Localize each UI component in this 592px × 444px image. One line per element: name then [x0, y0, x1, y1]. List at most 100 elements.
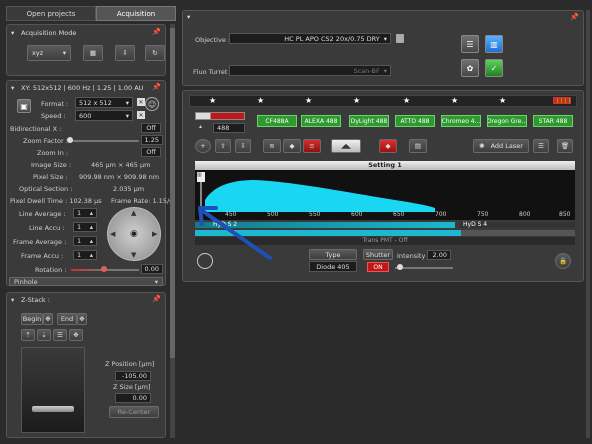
format-select[interactable]: 512 x 512 ▾ — [75, 97, 133, 108]
arrow-down-icon[interactable]: ▼ — [131, 251, 136, 259]
fluor-button[interactable]: Oregon Gre... — [487, 115, 527, 127]
objective-select[interactable]: HC PL APO CS2 20x/0.75 DRY ▾ — [229, 33, 391, 44]
left-scrollbar[interactable] — [170, 24, 175, 438]
detector-band-2[interactable]: HyD S 4 — [459, 221, 575, 228]
type-value[interactable]: Diode 405 — [309, 261, 357, 272]
z-position-input[interactable]: -105.00 — [115, 371, 151, 381]
fluor-button[interactable]: DyLight 488 — [349, 115, 389, 127]
z-slider-thumb[interactable] — [32, 406, 74, 412]
upload-icon[interactable]: ⇧ — [215, 139, 231, 153]
arrow-left-icon[interactable]: ◀ — [110, 230, 115, 238]
smiley-icon[interactable]: ☺ — [145, 97, 159, 111]
zoom-factor-knob[interactable] — [67, 137, 73, 143]
begin-button[interactable]: Begin — [21, 313, 43, 325]
settings-icon[interactable]: ✥ — [69, 329, 83, 341]
move-down-icon[interactable]: ⇣ — [37, 329, 51, 341]
collapse-arrow-icon[interactable]: ▾ — [11, 29, 14, 37]
lock-icon[interactable]: 🔒 — [555, 253, 571, 269]
zoom-in-toggle[interactable]: Off — [141, 147, 161, 157]
add-laser-button[interactable]: ✺ Add Laser — [473, 139, 529, 153]
fluor-button[interactable]: ALEXA 488 — [301, 115, 341, 127]
trash-icon[interactable]: 🗑 — [557, 139, 573, 153]
tab-open-projects[interactable]: Open projects — [6, 6, 96, 21]
frame-average-input[interactable]: 1 ▴ — [73, 236, 97, 246]
wavelength-up-icon[interactable]: ▴ — [199, 123, 202, 130]
beam-path-circle-icon[interactable] — [197, 253, 213, 269]
download-icon[interactable]: ⇩ — [235, 139, 251, 153]
fluor-button[interactable]: CF488A — [257, 115, 297, 127]
format-help-icon[interactable]: ✕ — [137, 98, 145, 106]
move-up-icon[interactable]: ⇡ — [21, 329, 35, 341]
stripes-icon[interactable]: ≡ — [303, 139, 321, 153]
pinhole-chevron-icon[interactable]: ▾ — [155, 278, 158, 286]
recenter-button[interactable]: Re-Center — [109, 406, 159, 418]
download-icon[interactable]: ⇩ — [115, 45, 135, 61]
dye-icon[interactable]: ◆ — [379, 139, 397, 153]
stack-icon[interactable]: ☰ — [53, 329, 67, 341]
bidirectional-toggle[interactable]: Off — [141, 123, 161, 133]
pin-icon[interactable]: 📌 — [152, 83, 161, 91]
save-icon[interactable]: ▣ — [17, 99, 31, 113]
star-icon[interactable]: ★ — [209, 96, 216, 105]
dye-database-icon[interactable]: ▤ — [409, 139, 427, 153]
pin-icon[interactable]: 📌 — [570, 13, 579, 21]
end-set-icon[interactable]: ✥ — [77, 313, 87, 325]
acquisition-mode-select[interactable]: xyz ▾ — [27, 45, 71, 61]
arrow-up-icon[interactable]: ▲ — [131, 209, 136, 217]
star-icon[interactable]: ★ — [451, 96, 458, 105]
shutter-toggle[interactable]: ON — [367, 262, 389, 272]
tab-acquisition[interactable]: Acquisition — [96, 6, 176, 21]
star-icon[interactable]: ★ — [353, 96, 360, 105]
star-icon[interactable]: ★ — [499, 96, 506, 105]
rotation-knob[interactable] — [101, 266, 107, 272]
speed-select[interactable]: 600 ▾ — [75, 110, 133, 121]
speed-help-icon[interactable]: ✕ — [137, 111, 145, 119]
shield-icon[interactable]: ✓ — [485, 59, 503, 77]
laser-line-marker-icon[interactable]: ▥ — [197, 172, 205, 182]
view-toggle-icon[interactable]: ◆ — [283, 139, 301, 153]
z-size-input[interactable]: 0.00 — [115, 393, 151, 403]
collapse-arrow-icon[interactable]: ▾ — [11, 296, 14, 304]
refresh-icon[interactable]: ↻ — [145, 45, 165, 61]
laser-line-slider[interactable] — [195, 112, 245, 120]
immersion-icon[interactable]: ▥ — [485, 35, 503, 53]
z-slider-area[interactable] — [21, 347, 85, 433]
frame-accu-input[interactable]: 1 ▴ — [73, 250, 97, 260]
laser-wavelength-input[interactable]: 488 — [213, 123, 245, 133]
add-icon[interactable]: + — [195, 139, 211, 153]
intensity-knob[interactable] — [397, 264, 403, 270]
pin-icon[interactable]: 📌 — [152, 28, 161, 36]
intensity-input[interactable]: 2.00 — [427, 250, 451, 260]
fluor-button[interactable]: STAR 488 — [533, 115, 573, 127]
objective-list-icon[interactable]: ☰ — [461, 35, 479, 53]
zoom-factor-slider[interactable] — [69, 140, 139, 142]
collapse-arrow-icon[interactable]: ▾ — [187, 13, 190, 21]
star-icon[interactable]: ★ — [403, 96, 410, 105]
fluo-turret-select[interactable]: Scan-BF ▾ — [229, 65, 391, 76]
line-accu-input[interactable]: 1 ▴ — [73, 222, 97, 232]
left-scrollbar-thumb[interactable] — [170, 28, 175, 358]
pinhole-bar[interactable]: Pinhole ▾ — [9, 277, 163, 286]
star-icon[interactable]: ★ — [257, 96, 264, 105]
begin-set-icon[interactable]: ✥ — [43, 313, 53, 325]
fluor-button[interactable]: Chromeo 4... — [441, 115, 481, 127]
objective-info-icon[interactable] — [396, 34, 404, 43]
filter-wheel-icon[interactable]: ✿ — [461, 59, 479, 77]
intensity-slider[interactable] — [395, 267, 453, 269]
layers-icon[interactable]: ≋ — [263, 139, 281, 153]
right-scrollbar[interactable] — [586, 10, 590, 438]
pin-icon[interactable]: 📌 — [152, 295, 161, 303]
zoom-factor-value[interactable]: 1.25 — [141, 135, 163, 145]
spectrum-icon[interactable]: ◢◣ — [331, 139, 361, 153]
detector-band-1[interactable]: HyD S 2 — [195, 221, 455, 228]
grid-view-icon[interactable]: ▦ — [83, 45, 103, 61]
trans-pmt-bar[interactable]: Trans PMT - Off — [195, 237, 575, 245]
arrow-right-icon[interactable]: ▶ — [152, 230, 157, 238]
fluor-button[interactable]: ATTO 488 — [395, 115, 435, 127]
list-icon[interactable]: ☰ — [533, 139, 549, 153]
end-button[interactable]: End — [57, 313, 77, 325]
line-average-input[interactable]: 1 ▴ — [73, 208, 97, 218]
collapse-arrow-icon[interactable]: ▾ — [11, 84, 14, 92]
rotation-value[interactable]: 0.00 — [141, 264, 163, 274]
star-icon[interactable]: ★ — [305, 96, 312, 105]
